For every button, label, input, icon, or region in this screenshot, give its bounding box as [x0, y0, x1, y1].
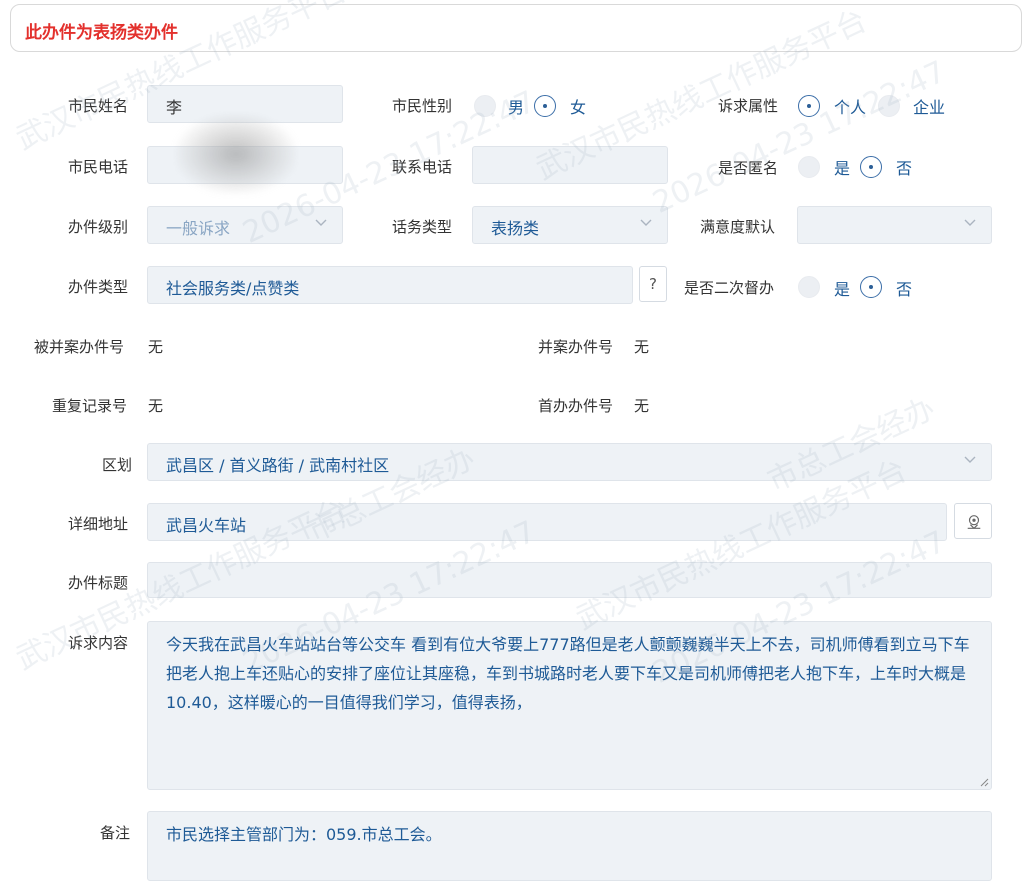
anonymous-label: 是否匿名: [718, 159, 779, 177]
map-locate-button[interactable]: [954, 503, 992, 539]
chevron-down-icon: [640, 219, 652, 226]
contact-phone-field[interactable]: [472, 146, 668, 184]
call-type-value: 表扬类: [491, 219, 540, 238]
gender-male-radio[interactable]: [474, 95, 496, 117]
appeal-enterprise-label: 企业: [913, 98, 946, 117]
citizen-phone-label: 市民电话: [68, 158, 129, 176]
gender-female-label: 女: [570, 98, 587, 117]
address-value: 武昌火车站: [166, 516, 247, 535]
merge-number-value: 无: [634, 338, 650, 356]
appeal-individual-radio[interactable]: [798, 95, 820, 117]
citizen-name-label: 市民姓名: [68, 97, 129, 115]
call-type-label: 话务类型: [392, 218, 453, 236]
merge-number-label: 并案办件号: [538, 338, 614, 356]
second-supervise-yes-radio[interactable]: [798, 276, 820, 298]
merged-by-value: 无: [148, 338, 164, 356]
anonymous-no-radio[interactable]: [860, 156, 882, 178]
satisfaction-default-label: 满意度默认: [700, 218, 776, 236]
repeat-record-label: 重复记录号: [52, 397, 128, 415]
case-level-value: 一般诉求: [166, 219, 231, 238]
redaction-blur: [176, 114, 296, 194]
case-type-help-button[interactable]: ?: [639, 266, 667, 302]
case-level-select[interactable]: 一般诉求: [147, 206, 343, 244]
case-type-field[interactable]: 社会服务类/点赞类: [147, 266, 633, 304]
district-label: 区划: [102, 456, 133, 474]
first-case-label: 首办办件号: [538, 397, 614, 415]
remark-value: 市民选择主管部门为：059.市总工会。: [166, 825, 442, 844]
gender-male-label: 男: [508, 98, 525, 117]
call-type-select[interactable]: 表扬类: [472, 206, 668, 244]
appeal-attr-label: 诉求属性: [718, 97, 779, 115]
second-supervise-no-radio[interactable]: [860, 276, 882, 298]
map-pin-icon: [967, 515, 981, 530]
appeal-content-textarea[interactable]: 今天我在武昌火车站站台等公交车 看到有位大爷要上777路但是老人颤颤巍巍半天上不…: [147, 621, 992, 790]
watermark-text: 市总工会经办: [759, 384, 941, 500]
help-icon: ?: [649, 275, 657, 293]
banner-text: 此办件为表扬类办件: [25, 23, 178, 43]
satisfaction-default-select[interactable]: [797, 206, 992, 244]
appeal-enterprise-radio[interactable]: [878, 95, 900, 117]
contact-phone-label: 联系电话: [392, 158, 453, 176]
chevron-down-icon: [315, 219, 327, 226]
case-type-value: 社会服务类/点赞类: [166, 279, 300, 298]
resize-handle-icon[interactable]: [979, 777, 989, 787]
appeal-content-label: 诉求内容: [68, 634, 129, 652]
address-label: 详细地址: [68, 515, 129, 533]
anonymous-yes-label: 是: [834, 159, 851, 178]
gender-female-radio[interactable]: [534, 95, 556, 117]
case-type-label: 办件类型: [68, 278, 129, 296]
watermark-timestamp: 2026-04-23 17:22:47: [647, 54, 952, 221]
chevron-down-icon: [964, 456, 976, 463]
anonymous-yes-radio[interactable]: [798, 156, 820, 178]
second-supervise-label: 是否二次督办: [684, 279, 775, 297]
first-case-value: 无: [634, 397, 650, 415]
case-level-label: 办件级别: [68, 218, 129, 236]
case-title-label: 办件标题: [68, 574, 129, 592]
anonymous-no-label: 否: [896, 159, 913, 178]
district-value: 武昌区 / 首义路街 / 武南村社区: [166, 456, 390, 475]
citizen-gender-label: 市民性别: [392, 97, 453, 115]
remark-label: 备注: [100, 824, 131, 842]
case-title-field[interactable]: [147, 562, 992, 598]
appeal-content-value: 今天我在武昌火车站站台等公交车 看到有位大爷要上777路但是老人颤颤巍巍半天上不…: [166, 635, 970, 712]
appeal-individual-label: 个人: [834, 98, 867, 117]
repeat-record-value: 无: [148, 397, 164, 415]
case-type-banner: 此办件为表扬类办件: [10, 4, 1022, 52]
second-supervise-no-label: 否: [896, 280, 913, 299]
address-field[interactable]: 武昌火车站: [147, 503, 947, 541]
second-supervise-yes-label: 是: [834, 280, 851, 299]
district-select[interactable]: 武昌区 / 首义路街 / 武南村社区: [147, 443, 992, 481]
merged-by-label: 被并案办件号: [34, 338, 125, 356]
chevron-down-icon: [964, 219, 976, 226]
remark-textarea[interactable]: 市民选择主管部门为：059.市总工会。: [147, 811, 992, 881]
